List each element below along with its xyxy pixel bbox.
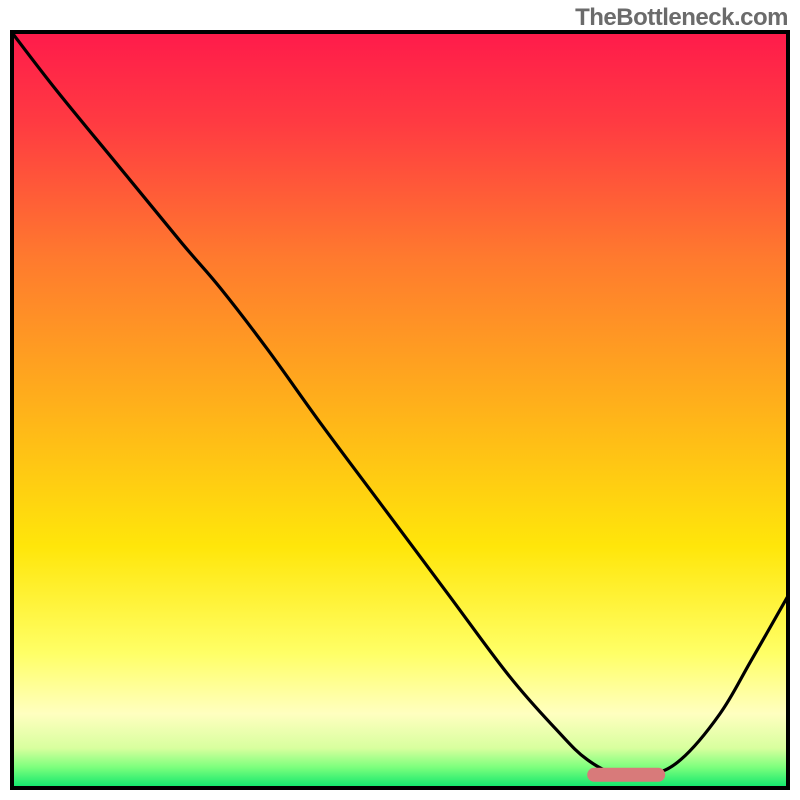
- optimum-marker: [587, 768, 665, 782]
- watermark-text: TheBottleneck.com: [575, 4, 788, 32]
- chart-frame: TheBottleneck.com: [0, 0, 800, 800]
- bottleneck-chart: [10, 30, 790, 790]
- gradient-background: [10, 30, 790, 790]
